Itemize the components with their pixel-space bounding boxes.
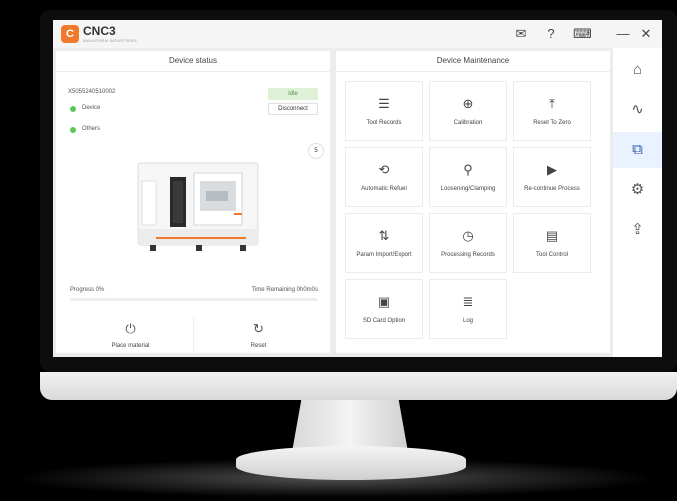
automatic-refuel-label: Automatic Refuel <box>361 186 407 192</box>
monitor-stand-foot <box>236 446 466 480</box>
place-material-label: Place material <box>111 343 150 349</box>
maintenance-icon[interactable]: ⧉ <box>613 132 662 168</box>
device-serial: X5055240510002 <box>68 89 116 95</box>
cnc-machine-image <box>137 162 259 251</box>
progress-bar <box>70 298 317 301</box>
action-divider <box>193 317 194 357</box>
minimize-icon[interactable]: — <box>615 26 631 41</box>
device-status-heading: Device status <box>56 51 330 72</box>
keyboard-icon[interactable]: ⌨ <box>573 26 592 42</box>
tool-control-icon: ▤ <box>545 228 559 243</box>
tool-records-button[interactable]: ☰ Tool Records <box>345 81 423 141</box>
tool-control-label: Tool Control <box>535 252 568 258</box>
sd-card-option-button[interactable]: ▣ SD Card Option <box>345 279 423 339</box>
others-status-dot-icon <box>70 127 76 133</box>
param-import-export-label: Param Import/Export <box>356 252 412 258</box>
sd-card-option-label: SD Card Option <box>362 318 406 324</box>
page-indicator[interactable]: 5 <box>308 143 324 159</box>
app-subtitle: WALKFORM INDUSTRIES <box>83 38 137 43</box>
help-icon[interactable]: ? <box>543 26 559 41</box>
tool-records-icon: ☰ <box>378 96 390 111</box>
tool-records-label: Tool Records <box>366 120 402 126</box>
title-bar: C CNC3 WALKFORM INDUSTRIES ✉ ? ⌨ — ✕ <box>53 20 662 48</box>
reset-icon: ↻ <box>253 321 264 336</box>
reset-to-zero-label: Reset To Zero <box>533 120 571 126</box>
tool-control-button[interactable]: ▤ Tool Control <box>513 213 591 273</box>
reset-to-zero-icon: ⤒ <box>549 96 555 111</box>
app-title: CNC3 <box>83 24 116 38</box>
processing-records-button[interactable]: ◷ Processing Records <box>429 213 507 273</box>
device-maintenance-heading: Device Maintenance <box>336 51 610 72</box>
place-material-button[interactable]: ⏻ Place material <box>68 309 193 357</box>
disconnect-button[interactable]: Disconnect <box>268 103 318 115</box>
device-status-panel: Device status X5055240510002 Idle Discon… <box>56 51 330 357</box>
sd-card-option-icon: ▣ <box>377 294 391 309</box>
log-button[interactable]: ≣ Log <box>429 279 507 339</box>
status-badge: Idle <box>268 88 318 100</box>
settings-icon[interactable]: ⚙ <box>613 172 662 208</box>
close-icon[interactable]: ✕ <box>638 26 654 42</box>
reset-label: Reset <box>250 343 267 349</box>
device-status-dot-icon <box>70 106 76 112</box>
re-continue-process-label: Re-continue Process <box>524 186 580 192</box>
loosening-clamping-button[interactable]: ⚲ Loosening/Clamping <box>429 147 507 207</box>
upload-icon[interactable]: ⇪ <box>613 212 662 248</box>
app-window: C CNC3 WALKFORM INDUSTRIES ✉ ? ⌨ — ✕ Dev… <box>53 20 662 357</box>
re-continue-process-button[interactable]: ▶ Re-continue Process <box>513 147 591 207</box>
device-maintenance-panel: Device Maintenance ☰ Tool Records ⊕ Cali… <box>336 51 610 353</box>
automatic-refuel-button[interactable]: ⟲ Automatic Refuel <box>345 147 423 207</box>
reset-to-zero-button[interactable]: ⤒ Reset To Zero <box>513 81 591 141</box>
app-logo-icon: C <box>61 25 79 43</box>
time-remaining: Time Remaining 0h0m0s <box>251 287 318 293</box>
reset-button[interactable]: ↻ Reset <box>196 309 321 357</box>
calibration-button[interactable]: ⊕ Calibration <box>429 81 507 141</box>
log-icon: ≣ <box>462 294 474 309</box>
home-icon[interactable]: ⌂ <box>613 52 662 88</box>
place-material-icon: ⏻ <box>125 321 136 336</box>
calibration-icon: ⊕ <box>462 96 474 111</box>
monitor-chin <box>40 372 677 400</box>
processing-records-label: Processing Records <box>441 252 495 258</box>
monitor-icon[interactable]: ∿ <box>613 92 662 128</box>
device-label: Device <box>82 105 101 111</box>
param-import-export-icon: ⇅ <box>378 228 390 243</box>
re-continue-process-icon: ▶ <box>547 162 557 177</box>
param-import-export-button[interactable]: ⇅ Param Import/Export <box>345 213 423 273</box>
log-label: Log <box>462 318 473 324</box>
calibration-label: Calibration <box>453 120 483 126</box>
side-nav-rail: ⌂ ∿ ⧉ ⚙ ⇪ <box>613 48 662 357</box>
progress-label: Progress 0% <box>70 287 105 293</box>
automatic-refuel-icon: ⟲ <box>378 162 390 177</box>
others-label: Others <box>82 126 101 132</box>
processing-records-icon: ◷ <box>462 228 474 243</box>
loosening-clamping-icon: ⚲ <box>463 162 473 177</box>
loosening-clamping-label: Loosening/Clamping <box>440 186 496 192</box>
mail-icon[interactable]: ✉ <box>513 26 529 42</box>
monitor-stand-neck <box>292 400 408 452</box>
